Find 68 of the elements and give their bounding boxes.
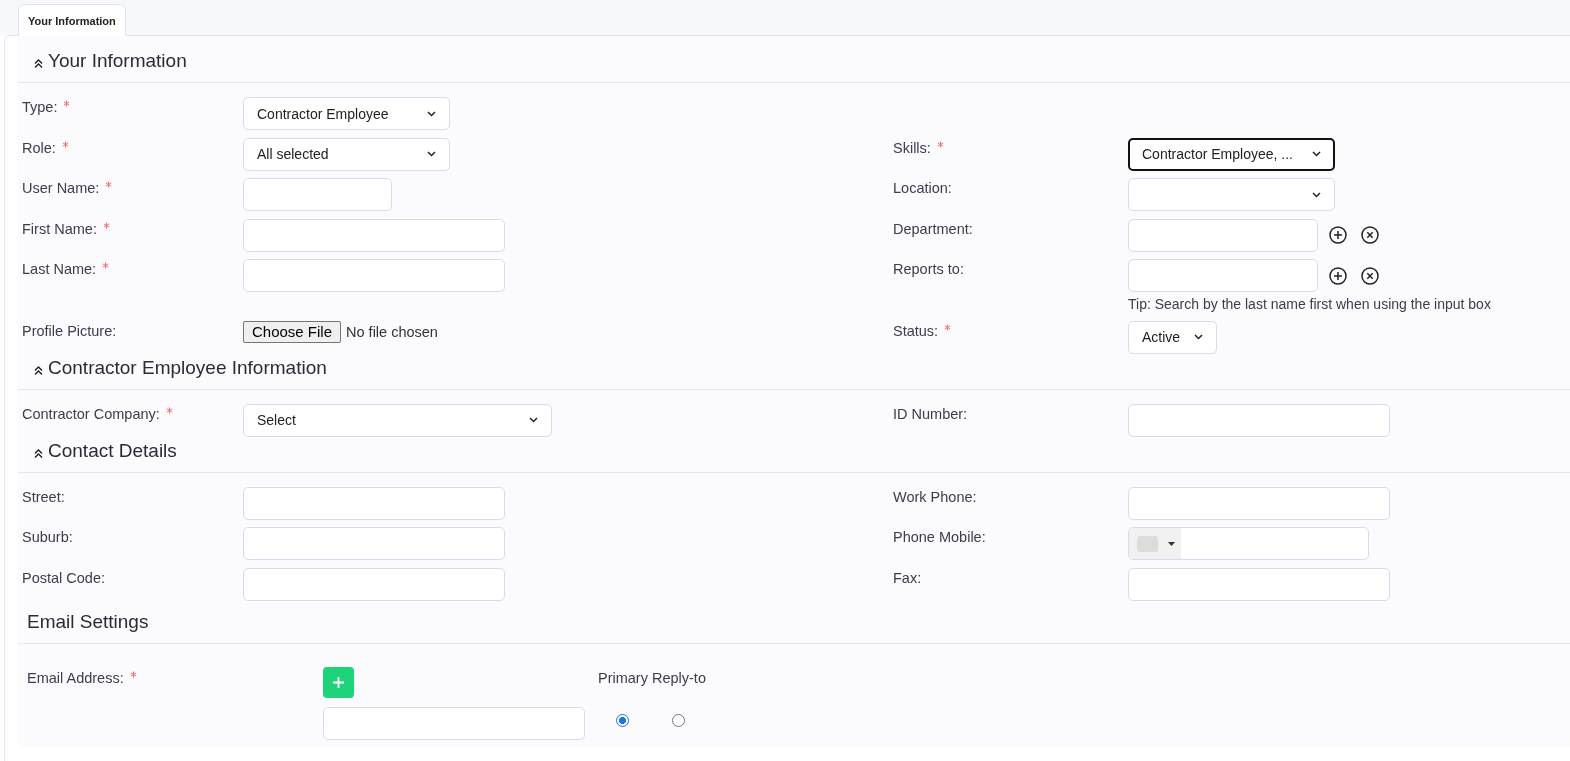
chevron-down-icon	[1312, 191, 1321, 198]
phone-field[interactable]	[1128, 527, 1369, 560]
radio-label: Primary	[598, 668, 648, 687]
field-label: Street:	[22, 487, 65, 506]
text-field[interactable]	[243, 567, 505, 601]
double-chevron-up-icon[interactable]	[34, 365, 43, 375]
circle-x-icon[interactable]	[1361, 226, 1379, 244]
dropdown-select[interactable]: Active	[1128, 320, 1217, 354]
chevron-down-icon	[1194, 334, 1203, 340]
field-label: Role:	[22, 138, 56, 157]
radio-button[interactable]	[616, 713, 630, 727]
dropdown-select[interactable]: Select	[243, 403, 552, 437]
choose-file-button[interactable]: Choose File	[243, 320, 342, 343]
tab[interactable]: Your Information	[18, 4, 126, 36]
section-title: Contractor Employee Information	[48, 356, 327, 379]
circle-plus-icon[interactable]	[1329, 226, 1347, 244]
section-title: Contact Details	[48, 439, 177, 462]
dropdown-select[interactable]: All selected	[243, 137, 450, 171]
field-label: Contractor Company:	[22, 404, 160, 423]
circle-plus-icon[interactable]	[1329, 266, 1347, 285]
text-field[interactable]	[1128, 486, 1390, 520]
field-label: Type:	[22, 98, 58, 116]
country-code-dropdown[interactable]	[1129, 528, 1181, 559]
radio-label: Reply-to	[651, 668, 706, 687]
field-label: Department:	[893, 219, 973, 238]
field-label: Fax:	[893, 568, 922, 587]
field-label: Status:	[893, 321, 939, 340]
text-field[interactable]	[243, 486, 505, 520]
circle-x-icon[interactable]	[1361, 266, 1379, 285]
section-title: Your Information	[48, 50, 187, 72]
field-label: Suburb:	[22, 528, 73, 546]
field-label: Email Address:	[27, 668, 124, 687]
file-status-text: No file chosen	[346, 323, 438, 340]
field-label: Phone Mobile:	[893, 528, 986, 546]
email-field[interactable]	[323, 706, 585, 740]
field-label: Last Name:	[22, 260, 97, 278]
field-label: Location:	[893, 179, 952, 197]
text-field[interactable]	[243, 259, 505, 292]
text-field[interactable]	[243, 527, 505, 560]
field-label: First Name:	[22, 219, 97, 238]
dropdown-select[interactable]	[1128, 178, 1335, 211]
field-label: Skills:	[893, 138, 931, 157]
field-label: Reports to:	[893, 260, 964, 278]
chevron-down-icon	[427, 151, 436, 157]
radio-button[interactable]	[672, 713, 686, 727]
field-label: Profile Picture:	[22, 321, 117, 340]
add-button[interactable]	[323, 666, 354, 698]
field-label: ID Number:	[893, 404, 968, 423]
hint-text: Tip: Search by the last name first when using the input box	[1128, 295, 1491, 313]
double-chevron-up-icon[interactable]	[34, 448, 43, 458]
field-label: Postal Code:	[22, 568, 106, 587]
search-field[interactable]	[1128, 259, 1318, 292]
section-title: Email Settings	[27, 610, 149, 633]
text-field[interactable]	[243, 178, 392, 211]
text-field[interactable]	[243, 218, 505, 252]
dropdown-select[interactable]: Contractor Employee, ...	[1128, 137, 1335, 171]
chevron-down-icon	[529, 417, 538, 423]
double-chevron-up-icon[interactable]	[34, 59, 43, 68]
text-field[interactable]	[1128, 403, 1390, 437]
caret-icon	[1168, 541, 1175, 546]
chevron-down-icon	[1312, 151, 1321, 157]
text-field[interactable]	[1128, 567, 1390, 601]
plus-icon	[333, 676, 344, 688]
search-field[interactable]	[1128, 218, 1318, 252]
dropdown-select[interactable]: Contractor Employee	[243, 97, 450, 130]
chevron-down-icon	[427, 110, 436, 117]
field-label: Work Phone:	[893, 487, 977, 506]
field-label: User Name:	[22, 179, 100, 197]
